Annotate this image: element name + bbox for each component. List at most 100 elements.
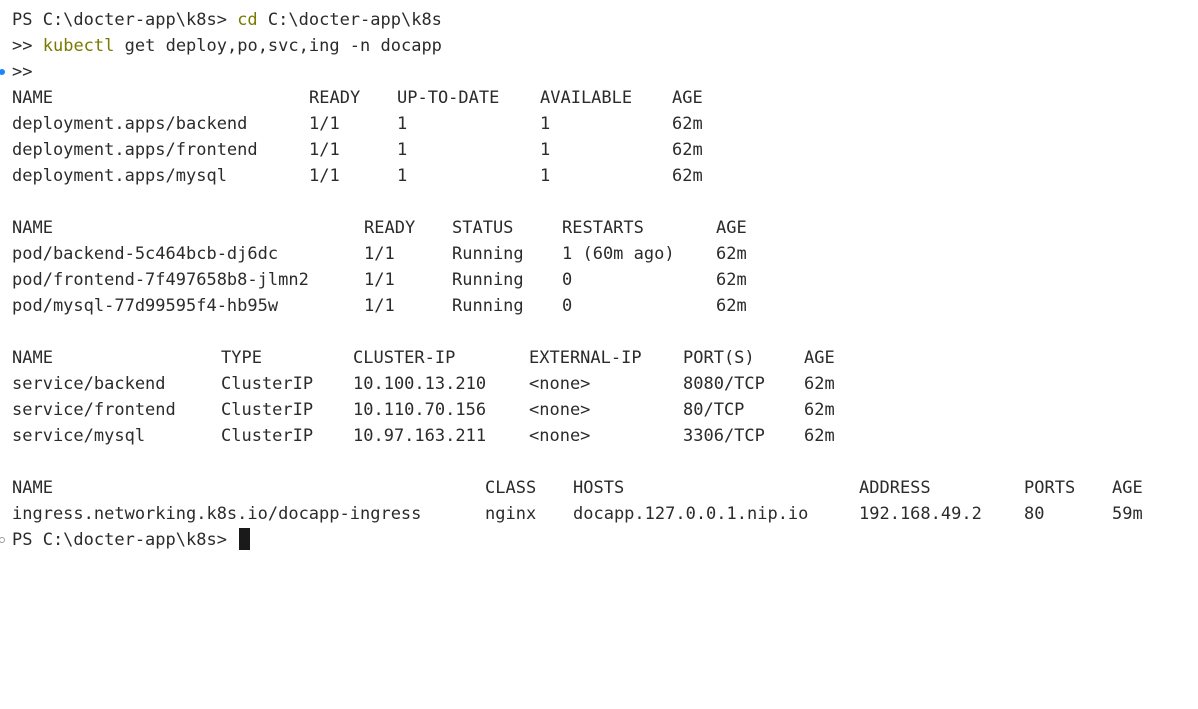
table-cell: 10.100.13.210 [353,374,487,394]
command-name: cd [237,10,258,30]
table-cell: <none> [529,400,591,420]
table-cell: Running [452,244,524,264]
header-cell: EXTERNAL-IP [529,348,642,368]
header-cell: PORTS [1024,478,1076,498]
header-cell: NAME [12,88,53,108]
table-cell: ClusterIP [221,374,314,394]
table-cell: ClusterIP [221,426,314,446]
table-cell: Running [452,296,524,316]
continuation-prefix: >> [12,62,33,82]
table-cell: 1 [397,114,408,134]
table-cell: pod/mysql-77d99595f4-hb95w [12,296,279,316]
table-row: service/backend ClusterIP 10.100.13.210 … [12,371,1192,397]
terminal-output[interactable]: PS C:\docter-app\k8s> cd C:\docter-app\k… [0,7,1192,553]
command-decoration-idle-icon[interactable] [0,537,5,543]
command-line-cd: PS C:\docter-app\k8s> cd C:\docter-app\k… [12,7,1192,33]
table-cell: 1 [540,114,551,134]
header-cell: RESTARTS [562,218,644,238]
table-cell: 1 [540,166,551,186]
command-args: get deploy,po,svc,ing -n docapp [124,36,442,56]
table-cell: 1 [397,140,408,160]
table-header: NAME TYPE CLUSTER-IP EXTERNAL-IP PORT(S)… [12,345,1192,371]
table-cell: 1 [397,166,408,186]
header-cell: TYPE [221,348,262,368]
prompt: PS C:\docter-app\k8s> [12,10,227,30]
continuation-line: >> [0,59,1192,85]
table-cell: 80 [1024,504,1045,524]
header-cell: PORT(S) [683,348,755,368]
table-cell: service/frontend [12,400,176,420]
table-cell: docapp.127.0.0.1.nip.io [573,504,809,524]
table-cell: 10.97.163.211 [353,426,487,446]
deployments-table: NAME READY UP-TO-DATE AVAILABLE AGE depl… [12,85,1192,189]
table-cell: ClusterIP [221,400,314,420]
table-cell: 1/1 [364,244,395,264]
table-row: service/mysql ClusterIP 10.97.163.211 <n… [12,423,1192,449]
table-cell: deployment.apps/mysql [12,166,227,186]
table-cell: ingress.networking.k8s.io/docapp-ingress [12,504,422,524]
table-cell: 62m [672,114,703,134]
prompt: PS C:\docter-app\k8s> [12,530,227,550]
header-cell: NAME [12,478,53,498]
table-header: NAME READY UP-TO-DATE AVAILABLE AGE [12,85,1192,111]
table-cell: deployment.apps/frontend [12,140,258,160]
table-cell: 3306/TCP [683,426,765,446]
table-cell: 1/1 [309,114,340,134]
table-header: NAME CLASS HOSTS ADDRESS PORTS AGE [12,475,1192,501]
header-cell: ADDRESS [859,478,931,498]
table-cell: 62m [804,400,835,420]
current-prompt-line[interactable]: PS C:\docter-app\k8s> [0,527,1192,553]
table-cell: 62m [804,426,835,446]
pods-table: NAME READY STATUS RESTARTS AGE pod/backe… [12,215,1192,319]
header-cell: HOSTS [573,478,625,498]
table-cell: 10.110.70.156 [353,400,487,420]
header-cell: AGE [716,218,747,238]
table-cell: 0 [562,296,573,316]
command-args: C:\docter-app\k8s [267,10,442,30]
table-cell: <none> [529,374,591,394]
header-cell: READY [309,88,361,108]
table-cell: service/mysql [12,426,146,446]
header-cell: NAME [12,348,53,368]
continuation-prefix: >> [12,36,33,56]
table-cell: 59m [1112,504,1143,524]
table-row: pod/backend-5c464bcb-dj6dc 1/1 Running 1… [12,241,1192,267]
table-cell: service/backend [12,374,166,394]
table-cell: 0 [562,270,573,290]
table-cell: 80/TCP [683,400,745,420]
table-cell: 62m [672,166,703,186]
services-table: NAME TYPE CLUSTER-IP EXTERNAL-IP PORT(S)… [12,345,1192,449]
table-row: pod/frontend-7f497658b8-jlmn2 1/1 Runnin… [12,267,1192,293]
header-cell: UP-TO-DATE [397,88,500,108]
table-header: NAME READY STATUS RESTARTS AGE [12,215,1192,241]
table-cell: 62m [672,140,703,160]
text-cursor [239,528,251,550]
table-row: pod/mysql-77d99595f4-hb95w 1/1 Running 0… [12,293,1192,319]
table-cell: deployment.apps/backend [12,114,248,134]
header-cell: AGE [804,348,835,368]
table-row: service/frontend ClusterIP 10.110.70.156… [12,397,1192,423]
table-cell: pod/backend-5c464bcb-dj6dc [12,244,279,264]
header-cell: READY [364,218,416,238]
table-cell: 62m [716,270,747,290]
header-cell: AGE [1112,478,1143,498]
table-row: deployment.apps/frontend 1/1 1 1 62m [12,137,1192,163]
header-cell: CLASS [485,478,537,498]
header-cell: AVAILABLE [540,88,633,108]
table-cell: 1 (60m ago) [562,244,675,264]
table-cell: nginx [485,504,537,524]
table-cell: 1/1 [309,140,340,160]
table-cell: 1/1 [364,270,395,290]
header-cell: NAME [12,218,53,238]
table-row: ingress.networking.k8s.io/docapp-ingress… [12,501,1192,527]
command-decoration-success-icon[interactable] [0,69,5,75]
header-cell: CLUSTER-IP [353,348,456,368]
table-cell: Running [452,270,524,290]
table-row: deployment.apps/mysql 1/1 1 1 62m [12,163,1192,189]
header-cell: STATUS [452,218,514,238]
table-row: deployment.apps/backend 1/1 1 1 62m [12,111,1192,137]
table-cell: pod/frontend-7f497658b8-jlmn2 [12,270,309,290]
